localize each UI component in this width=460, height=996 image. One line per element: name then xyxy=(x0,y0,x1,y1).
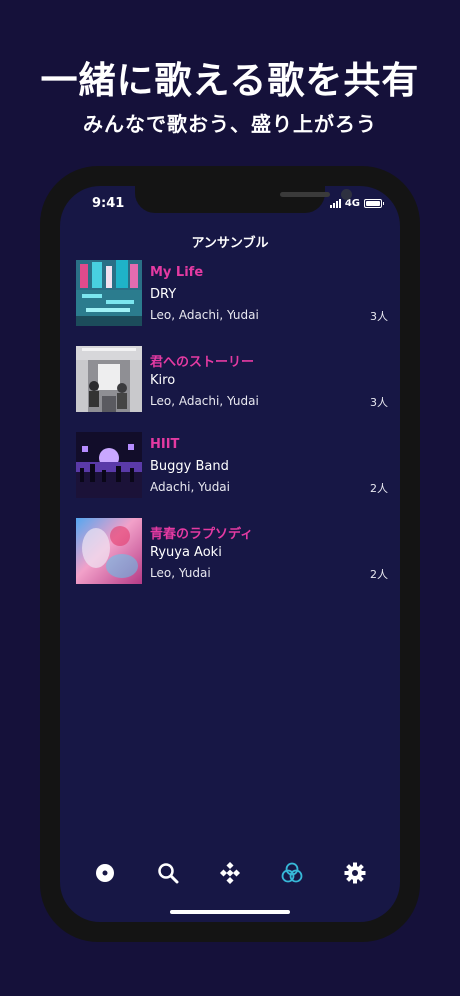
member-count: 3人 xyxy=(370,396,388,409)
status-indicators: 4G xyxy=(329,198,384,209)
song-artwork xyxy=(76,346,142,412)
member-count: 3人 xyxy=(370,310,388,323)
battery-icon xyxy=(364,199,384,208)
status-time: 9:41 xyxy=(92,196,125,211)
song-members: Leo, Adachi, Yudai xyxy=(150,394,259,408)
tab-discover[interactable] xyxy=(215,860,245,890)
song-title: 青春のラプソディ xyxy=(150,527,254,542)
front-camera xyxy=(341,189,352,200)
song-artwork xyxy=(76,432,142,498)
search-icon xyxy=(157,862,179,888)
song-artist: DRY xyxy=(150,287,177,302)
song-list: My Life DRY Leo, Adachi, Yudai 3人 君へのストー… xyxy=(76,260,388,604)
song-item[interactable]: My Life DRY Leo, Adachi, Yudai 3人 xyxy=(76,260,388,326)
page-title: アンサンブル xyxy=(191,236,269,251)
disc-icon xyxy=(94,862,116,888)
diamond-grid-icon xyxy=(219,861,241,888)
promo-headline: 一緒に歌える歌を共有 xyxy=(40,59,420,102)
song-item[interactable]: HIIT Buggy Band Adachi, Yudai 2人 xyxy=(76,432,388,498)
song-artwork xyxy=(76,260,142,326)
tab-disc[interactable] xyxy=(90,860,120,890)
song-item[interactable]: 青春のラプソディ Ryuya Aoki Leo, Yudai 2人 xyxy=(76,518,388,584)
song-title: My Life xyxy=(150,265,204,280)
tab-search[interactable] xyxy=(153,860,183,890)
song-item[interactable]: 君へのストーリー Kiro Leo, Adachi, Yudai 3人 xyxy=(76,346,388,412)
tab-settings[interactable] xyxy=(340,860,370,890)
signal-icon xyxy=(329,199,341,208)
tab-bar xyxy=(60,858,400,892)
home-indicator[interactable] xyxy=(170,910,290,914)
member-count: 2人 xyxy=(370,568,388,581)
notch xyxy=(135,186,352,213)
ensemble-icon xyxy=(280,861,304,889)
song-title: 君へのストーリー xyxy=(150,355,255,370)
promo-subhead: みんなで歌おう、盛り上がろう xyxy=(83,112,377,136)
song-artist: Buggy Band xyxy=(150,459,229,474)
song-artwork xyxy=(76,518,142,584)
song-artist: Kiro xyxy=(150,373,176,388)
song-artist: Ryuya Aoki xyxy=(150,545,222,560)
speaker-grille xyxy=(280,192,330,197)
tab-ensemble[interactable] xyxy=(277,860,307,890)
song-members: Leo, Yudai xyxy=(150,566,211,580)
phone-screen: 9:41 4G アンサンブル My Life DRY Leo, Adachi, … xyxy=(60,186,400,922)
song-members: Adachi, Yudai xyxy=(150,480,230,494)
song-title: HIIT xyxy=(150,437,180,452)
gear-icon xyxy=(344,862,366,888)
member-count: 2人 xyxy=(370,482,388,495)
song-members: Leo, Adachi, Yudai xyxy=(150,308,259,322)
